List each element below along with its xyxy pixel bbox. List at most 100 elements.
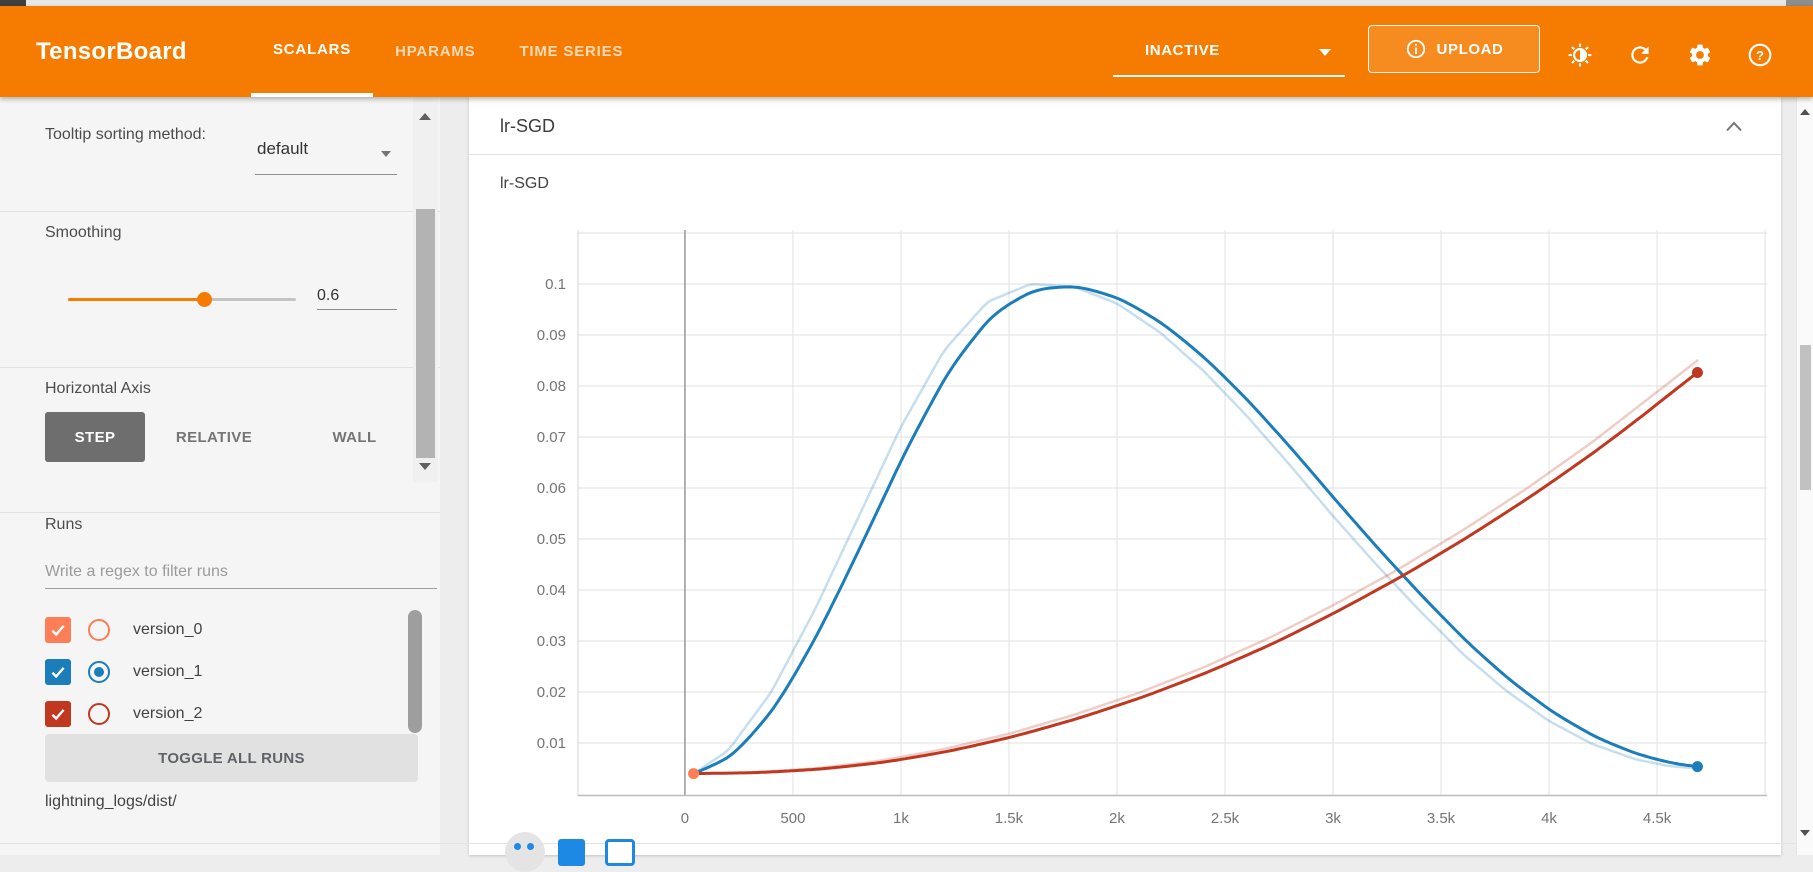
run-row-version_0: version_0 (45, 610, 375, 650)
refresh-button[interactable] (1620, 35, 1660, 75)
page-scrollbar-thumb[interactable] (1800, 345, 1811, 490)
tab-hparams[interactable]: HPARAMS (373, 6, 497, 97)
x-tick-label: 4k (1541, 810, 1557, 827)
brightness-icon (1567, 42, 1593, 68)
x-tick-label: 2k (1109, 810, 1125, 827)
x-tick-label: 1.5k (995, 810, 1024, 827)
x-tick-label: 0 (681, 810, 689, 827)
scroll-up-icon[interactable] (1800, 109, 1810, 115)
log-directory: lightning_logs/dist/ (45, 793, 177, 811)
app-header: TensorBoard SCALARSHPARAMSTIME SERIES IN… (0, 6, 1813, 97)
axis-option-step[interactable]: STEP (45, 412, 145, 462)
run-name: version_0 (133, 621, 202, 639)
settings-button[interactable] (1680, 35, 1720, 75)
toggle-all-runs-button[interactable]: TOGGLE ALL RUNS (45, 734, 418, 782)
x-tick-label: 1k (893, 810, 909, 827)
horizontal-axis-options: STEPRELATIVE WALL (45, 412, 407, 462)
dot-icon (527, 843, 534, 850)
y-tick-label: 0.1 (545, 276, 566, 293)
smoothing-label: Smoothing (45, 224, 122, 242)
axis-option-relative[interactable]: RELATIVE (152, 412, 276, 462)
help-icon: ? (1747, 42, 1773, 68)
check-icon (49, 663, 67, 681)
scalar-chart[interactable]: 0.01 0.02 0.03 0.04 0.05 0.06 0.07 0.08 0.09 0.1 0… (469, 155, 1781, 855)
run-radio-version_2[interactable] (88, 703, 110, 725)
run-name: version_1 (133, 663, 202, 681)
chevron-up-icon (1725, 121, 1743, 132)
run-row-version_1: version_1 (45, 652, 375, 692)
sidebar-scrollbar[interactable] (413, 97, 438, 482)
scroll-down-icon[interactable] (419, 463, 431, 470)
status-dropdown[interactable]: INACTIVE (1113, 32, 1345, 77)
help-button[interactable]: ? (1740, 35, 1780, 75)
horizontal-axis-label: Horizontal Axis (45, 380, 151, 398)
y-tick-label: 0.05 (537, 531, 566, 548)
card-section-title: lr-SGD (500, 97, 555, 155)
chart-overflow-menu-button[interactable] (505, 832, 545, 872)
pin-chart-icon[interactable] (605, 839, 635, 866)
tab-scalars[interactable]: SCALARS (251, 6, 373, 97)
sidebar-scrollbar-thumb[interactable] (416, 209, 435, 458)
sidebar: Tooltip sorting method: default Smoothin… (0, 97, 440, 855)
run-name: version_2 (133, 705, 202, 723)
y-tick-label: 0.03 (537, 633, 566, 650)
upload-label: UPLOAD (1437, 41, 1504, 58)
radio-dot-icon (94, 667, 104, 677)
status-value: INACTIVE (1145, 42, 1220, 59)
x-tick-label: 3k (1325, 810, 1341, 827)
scroll-down-icon[interactable] (1800, 830, 1810, 836)
divider (0, 843, 1796, 844)
y-tick-label: 0.04 (537, 582, 566, 599)
run-radio-version_1[interactable] (88, 661, 110, 683)
dot-icon (514, 843, 521, 850)
tooltip-sorting-dropdown[interactable]: default (255, 127, 397, 175)
y-tick-label: 0.08 (537, 378, 566, 395)
divider (0, 512, 440, 513)
x-tick-label: 3.5k (1427, 810, 1456, 827)
tooltip-sorting-value: default (257, 139, 308, 159)
chevron-down-icon (381, 151, 391, 157)
y-tick-label: 0.01 (537, 735, 566, 752)
smoothing-slider[interactable] (68, 298, 296, 301)
check-icon (49, 621, 67, 639)
chart-title: lr-SGD (500, 175, 549, 193)
run-checkbox-version_0[interactable] (45, 617, 71, 643)
smoothing-slider-fill (68, 298, 205, 301)
y-tick-label: 0.06 (537, 480, 566, 497)
axis-option-wall[interactable]: WALL (302, 412, 407, 462)
collapse-section-button[interactable] (1714, 106, 1754, 146)
check-icon (49, 705, 67, 723)
divider (0, 211, 440, 212)
runs-scrollbar-thumb[interactable] (408, 610, 422, 733)
smoothing-value-input[interactable] (317, 283, 397, 310)
card-header: lr-SGD (469, 97, 1781, 155)
runs-filter-input[interactable] (45, 555, 437, 589)
chevron-down-icon (1319, 49, 1331, 56)
scroll-up-icon[interactable] (419, 113, 431, 120)
theme-toggle-button[interactable] (1560, 35, 1600, 75)
run-endpoint-version_2 (1692, 367, 1703, 378)
run-checkbox-version_2[interactable] (45, 701, 71, 727)
svg-text:?: ? (1756, 48, 1764, 63)
run-endpoint-version_1 (1692, 761, 1703, 772)
x-tick-label: 2.5k (1211, 810, 1240, 827)
run-endpoint-version_0 (688, 768, 699, 779)
tab-time-series[interactable]: TIME SERIES (497, 6, 645, 97)
tab-bar: SCALARSHPARAMSTIME SERIES (251, 6, 645, 97)
fullscreen-chart-icon[interactable] (558, 839, 585, 866)
scalar-card-lr-sgd: lr-SGD lr-SGD 0.010.020.030.040.050.060.… (469, 97, 1781, 855)
run-radio-version_0[interactable] (88, 619, 110, 641)
divider (0, 367, 440, 368)
smoothing-slider-thumb[interactable] (197, 292, 212, 307)
x-tick-label: 500 (780, 810, 805, 827)
refresh-icon (1627, 42, 1653, 68)
runs-label: Runs (45, 516, 82, 534)
info-icon (1405, 38, 1427, 60)
run-checkbox-version_1[interactable] (45, 659, 71, 685)
run-row-version_2: version_2 (45, 694, 375, 734)
y-tick-label: 0.02 (537, 684, 566, 701)
upload-button[interactable]: UPLOAD (1368, 25, 1540, 73)
y-tick-label: 0.07 (537, 429, 566, 446)
page-scrollbar[interactable] (1796, 97, 1813, 855)
y-tick-label: 0.09 (537, 327, 566, 344)
